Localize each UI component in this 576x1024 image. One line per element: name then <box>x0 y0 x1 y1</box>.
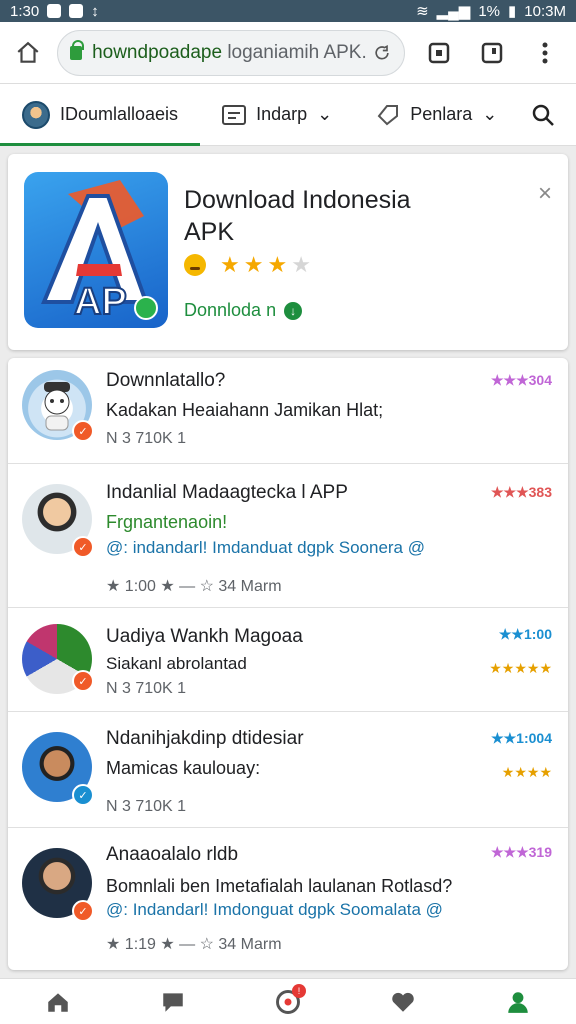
url-field[interactable]: howndpoadape loganiamih APK. <box>57 29 406 76</box>
list-item[interactable]: ✓ Ndanihjakdinp dtidesiar Mamicas kaulou… <box>8 712 568 828</box>
rating-stars: ★★★★★ <box>489 660 552 676</box>
nav-messages[interactable] <box>153 982 193 1022</box>
status-time-left: 1:30 <box>10 2 40 20</box>
more-vertical-icon <box>542 42 548 63</box>
list-item-subtitle: Frgnantenaoin! <box>106 512 228 532</box>
emoji-face-icon <box>184 254 206 276</box>
lock-icon <box>70 39 85 60</box>
tabs-icon <box>428 42 450 63</box>
url-text: howndpoadape loganiamih APK. <box>92 42 372 64</box>
svg-text:AP: AP <box>74 281 127 323</box>
app-badge-icon: ✓ <box>72 784 94 806</box>
tab-premium[interactable]: Penlara ⌄ <box>354 84 519 145</box>
battery-icon: ▮ <box>508 3 517 20</box>
url-domain: howndpoadape <box>92 41 223 63</box>
tab-home[interactable]: IDoumlalloaeis <box>0 84 201 146</box>
chevron-down-icon: ⌄ <box>317 104 333 124</box>
rank-badge: ★★1:004 <box>491 730 552 746</box>
list-item-title: Indanlial Madaagtecka l APP <box>106 482 348 503</box>
search-icon <box>532 104 554 126</box>
page-icon <box>481 42 502 63</box>
app-badge-icon: ✓ <box>72 536 94 558</box>
list-item-title: Ndanihjakdinp dtidesiar <box>106 728 304 749</box>
status-time-right: 10:3M <box>524 2 566 20</box>
app-badge-icon: ✓ <box>72 900 94 922</box>
nav-home[interactable] <box>38 982 78 1022</box>
list-item[interactable]: ✓ Uadiya Wankh Magoaa Siakanl abrolantad… <box>8 608 568 712</box>
tab-label: IDoumlalloaeis <box>60 104 179 124</box>
tab-label: Penlara <box>410 104 473 124</box>
home-icon <box>47 992 68 1012</box>
app-notification-icon <box>69 4 84 18</box>
message-icon <box>47 4 62 18</box>
list-item-meta: ★ 1:00 ★ — ☆ 34 Marm <box>106 578 282 595</box>
overflow-menu-button[interactable] <box>525 33 564 73</box>
list-item-meta: N 3 710K 1 <box>106 798 187 815</box>
rank-badge: ★★★304 <box>490 372 552 388</box>
close-button[interactable]: × <box>538 180 552 208</box>
rating-stars: ★★★★ <box>501 764 552 780</box>
bottom-navigation: ! <box>0 978 576 1024</box>
status-bar: 1:30 ↕ ≋ ▂▄▆ 1% ▮ 10:3M <box>0 0 576 22</box>
download-badge-icon: ↓ <box>284 301 303 320</box>
list-item[interactable]: ✓ Downnlatallo? Kadakan Heaiahann Jamika… <box>8 358 568 464</box>
list-item-description: @: Indandarl! Imdonguat dgpk Soomalata @ <box>106 900 443 919</box>
list-item[interactable]: ✓ Anaaoalalo rldb Bomnlali ben Imetafial… <box>8 828 568 970</box>
category-tabs: IDoumlalloaeis Indarp ⌄ Penlara ⌄ <box>0 84 576 146</box>
battery-percent: 1% <box>478 2 501 20</box>
featured-app-card[interactable]: AP Download Indonesia APK ★ ★ ★ ★ Donnlo… <box>8 154 568 350</box>
list-item-title: Uadiya Wankh Magoaa <box>106 626 303 647</box>
app-badge-icon: ✓ <box>72 670 94 692</box>
rank-badge: ★★1:00 <box>498 626 552 642</box>
wifi-icon: ≋ <box>416 3 429 20</box>
list-icon <box>222 104 247 125</box>
app-list: ✓ Downnlatallo? Kadakan Heaiahann Jamika… <box>8 358 568 970</box>
tab-label: Indarp <box>256 104 308 124</box>
tag-icon <box>377 104 399 125</box>
bookmark-button[interactable] <box>472 33 511 73</box>
star-icon: ★ <box>243 252 264 277</box>
list-item[interactable]: ✓ Indanlial Madaagtecka l APP Frgnantena… <box>8 464 568 608</box>
rank-badge: ★★★319 <box>490 844 552 860</box>
list-item-meta: N 3 710K 1 <box>106 680 187 697</box>
refresh-icon[interactable] <box>372 43 392 63</box>
download-arrow-icon: ↕ <box>91 2 99 20</box>
list-item-meta: N 3 710K 1 <box>106 430 187 447</box>
app-badge-icon: ✓ <box>72 420 94 442</box>
star-icon: ★ <box>267 252 288 277</box>
tab-switcher-button[interactable] <box>419 33 458 73</box>
search-button[interactable] <box>528 100 558 130</box>
home-icon <box>17 41 39 63</box>
rating-stars: ★ ★ ★ ★ <box>184 254 311 276</box>
app-title: Download Indonesia APK <box>184 186 411 246</box>
app-logo-icon: AP <box>24 172 168 328</box>
profile-icon <box>508 991 529 1013</box>
list-item-subtitle: Mamicas kaulouay: <box>106 758 261 778</box>
profile-avatar <box>22 100 50 129</box>
nav-profile[interactable] <box>498 982 538 1022</box>
nav-favorites[interactable] <box>383 982 423 1022</box>
list-item-meta: ★ 1:19 ★ — ☆ 34 Marm <box>106 936 282 953</box>
list-item-subtitle: Kadakan Heaiahann Jamikan Hlat; <box>106 400 384 420</box>
home-button[interactable] <box>12 37 43 69</box>
rank-badge: ★★★383 <box>490 484 552 500</box>
heart-icon <box>392 992 414 1012</box>
list-item-title: Downnlatallo? <box>106 370 226 391</box>
list-item-description: @: indandarl! Imdanduat dgpk Soonera @ <box>106 538 425 557</box>
browser-toolbar: howndpoadape loganiamih APK. <box>0 22 576 84</box>
list-item-title: Anaaoalalo rldb <box>106 844 239 865</box>
star-empty-icon: ★ <box>291 252 311 277</box>
chevron-down-icon: ⌄ <box>482 104 498 124</box>
tab-index[interactable]: Indarp ⌄ <box>200 84 354 145</box>
nav-notifications[interactable]: ! <box>268 982 308 1022</box>
notification-badge: ! <box>291 983 306 998</box>
url-path: loganiamih APK. <box>222 41 367 63</box>
star-icon: ★ <box>220 252 240 277</box>
signal-icon: ▂▄▆ <box>436 3 471 20</box>
list-item-subtitle: Bomnlali ben Imetafialah laulanan Rotlas… <box>106 876 453 896</box>
list-item-subtitle: Siakanl abrolantad <box>106 654 247 673</box>
chat-icon <box>163 992 183 1012</box>
download-link[interactable]: Donnloda n ↓ <box>184 300 303 321</box>
